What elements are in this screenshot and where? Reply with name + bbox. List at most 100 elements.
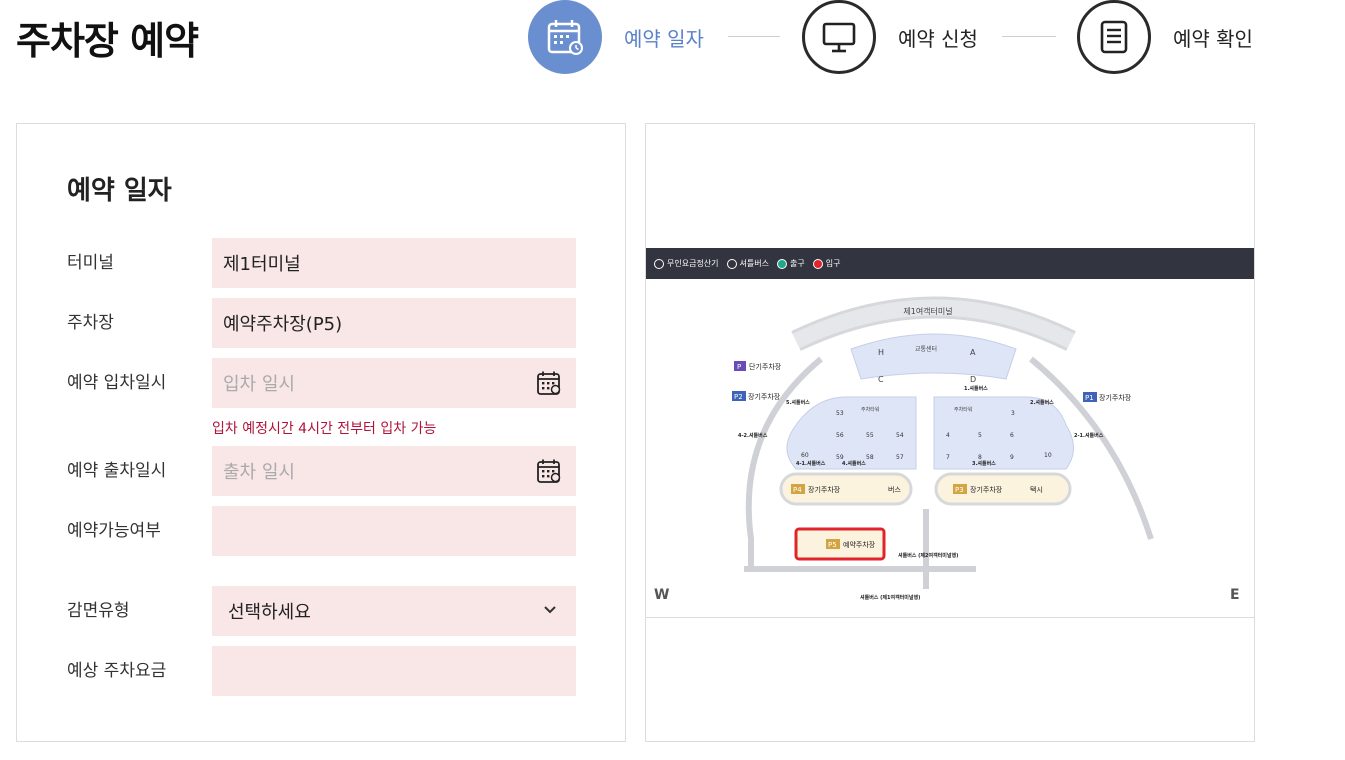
legend-exit: 출구 — [776, 258, 805, 269]
short-term-parking-label: 단기주차장 — [749, 362, 782, 371]
discount-select[interactable]: 선택하세요 — [212, 586, 576, 636]
shuttle-stop-4-2: 4-2.셔틀버스 — [738, 432, 768, 439]
entry-datetime-input[interactable]: 입차 일시 — [212, 358, 576, 408]
availability-label: 예약가능여부 — [67, 521, 161, 541]
availability-row: 예약가능여부 — [67, 506, 577, 556]
step-indicator: 예약 일자 예약 신청 예약 확인 — [528, 0, 1288, 74]
terminal-label: 터미널 — [67, 253, 114, 273]
zone-a: A — [970, 348, 976, 357]
legend-entrance: 입구 — [812, 258, 841, 269]
parking-lot-label: 주차장 — [67, 313, 114, 333]
exit-datetime-input[interactable]: 출차 일시 — [212, 446, 576, 496]
zone-d: D — [970, 375, 976, 384]
exit-datetime-label: 예약 출차일시 — [67, 461, 167, 481]
reserved-parking-label: 예약주차장 — [843, 540, 876, 549]
legend-shuttle-bus-label: 셔틀버스 — [739, 259, 769, 268]
tag-p3-text: P3 — [955, 486, 964, 494]
long-term-p3-label: 장기주차장 — [970, 485, 1003, 494]
fee-row: 예상 주차요금 — [67, 646, 577, 696]
step-apply: 예약 신청 — [802, 0, 978, 74]
zone-c: C — [878, 375, 884, 384]
taxi-area-label: 택시 — [1030, 485, 1043, 494]
exit-datetime-row: 예약 출차일시 출차 일시 — [67, 446, 577, 496]
page-title: 주차장 예약 — [16, 19, 199, 63]
lot-60: 60 — [801, 452, 809, 459]
shuttle-stop-4: 4.셔틀버스 — [842, 460, 866, 467]
lot-4: 4 — [946, 432, 950, 439]
lot-59: 59 — [836, 454, 844, 461]
chevron-down-icon[interactable] — [542, 602, 558, 618]
parking-map-panel: 무인요금정산기 셔틀버스 출구 입구 제1여객터미널 H A C D 교통센터 … — [645, 123, 1255, 742]
lot-5: 5 — [978, 432, 982, 439]
step-date: 예약 일자 — [528, 0, 704, 74]
calendar-icon[interactable] — [536, 370, 562, 396]
entrance-icon — [812, 258, 823, 269]
entry-datetime-label: 예약 입차일시 — [67, 373, 167, 393]
parking-tower-left: 주차타워 — [861, 406, 879, 413]
lot-6: 6 — [1010, 432, 1014, 439]
tag-p4-text: P4 — [793, 486, 802, 494]
lot-8: 8 — [978, 454, 982, 461]
tag-p2-text: P2 — [734, 393, 743, 401]
terminal-name: 제1여객터미널 — [903, 306, 952, 316]
reservation-form-panel: 예약 일자 터미널 제1터미널 주차장 예약주차장(P5) 예약 입차일시 입차… — [16, 123, 626, 742]
step-confirm: 예약 확인 — [1077, 0, 1253, 74]
lot-54: 54 — [896, 432, 904, 439]
shuttle-stop-2-1: 2-1.셔틀버스 — [1074, 432, 1104, 439]
form-title: 예약 일자 — [67, 176, 172, 206]
shuttle-stop-4-1: 4-1.셔틀버스 — [796, 460, 826, 467]
parking-lot-row: 주차장 예약주차장(P5) — [67, 298, 577, 348]
lot-53: 53 — [836, 410, 844, 417]
transport-center-label: 교통센터 — [915, 345, 937, 353]
compass-east: E — [1230, 587, 1240, 603]
exit-datetime-placeholder: 출차 일시 — [223, 462, 295, 483]
lot-55: 55 — [866, 432, 874, 439]
step-divider — [728, 36, 780, 37]
discount-row: 감면유형 선택하세요 — [67, 586, 577, 636]
shuttle-to-t2: 셔틀버스 (제2여객터미널행) — [898, 552, 958, 559]
legend-payment-kiosk-label: 무인요금정산기 — [667, 259, 719, 268]
tag-p-text: P — [737, 363, 741, 371]
calendar-icon[interactable] — [536, 458, 562, 484]
bus-area-label: 버스 — [888, 485, 901, 494]
discount-selected-value: 선택하세요 — [228, 602, 311, 623]
step-confirm-circle — [1077, 0, 1151, 74]
shuttle-to-t1: 셔틀버스 (제1여객터미널행) — [860, 594, 920, 601]
parking-tower-right: 주차타워 — [954, 406, 972, 413]
lot-56: 56 — [836, 432, 844, 439]
exit-icon — [776, 258, 787, 269]
legend-exit-label: 출구 — [789, 259, 805, 268]
lot-9: 9 — [1010, 454, 1014, 461]
long-term-p4-label: 장기주차장 — [808, 485, 841, 494]
discount-label: 감면유형 — [67, 601, 130, 621]
step-date-circle — [528, 0, 602, 74]
shuttle-stop-1: 1.셔틀버스 — [964, 385, 988, 392]
long-term-p2-label: 장기주차장 — [748, 392, 781, 401]
step-apply-label: 예약 신청 — [898, 26, 978, 51]
terminal-field[interactable]: 제1터미널 — [212, 238, 576, 288]
step-confirm-label: 예약 확인 — [1173, 26, 1253, 51]
parking-lot-field[interactable]: 예약주차장(P5) — [212, 298, 576, 348]
step-date-label: 예약 일자 — [624, 26, 704, 51]
step-apply-circle — [802, 0, 876, 74]
shuttle-bus-icon — [726, 258, 737, 269]
map-drawing: 제1여객터미널 H A C D 교통센터 주차타워 주차타워 53 56 55 … — [732, 296, 1154, 601]
lot-57: 57 — [896, 454, 904, 461]
payment-kiosk-icon — [654, 258, 664, 269]
legend-shuttle-bus: 셔틀버스 — [726, 258, 769, 269]
fee-label: 예상 주차요금 — [67, 661, 167, 681]
parking-map: 무인요금정산기 셔틀버스 출구 입구 제1여객터미널 H A C D 교통센터 … — [646, 248, 1254, 618]
page: 주차장 예약 예약 일자 예약 신청 예약 확인 예약 일자 터미널 제1터미널… — [0, 0, 1345, 760]
lot-10: 10 — [1044, 452, 1052, 459]
map-legend: 무인요금정산기 셔틀버스 출구 입구 — [646, 248, 1254, 279]
legend-entrance-label: 입구 — [825, 259, 841, 268]
availability-field — [212, 506, 576, 556]
tag-p5-text: P5 — [828, 541, 837, 549]
shuttle-stop-3: 3.셔틀버스 — [972, 460, 996, 467]
long-term-p1-label: 장기주차장 — [1099, 393, 1132, 402]
shuttle-stop-2: 2.셔틀버스 — [1030, 399, 1054, 406]
legend-payment-kiosk: 무인요금정산기 — [654, 258, 719, 269]
calendar-icon — [547, 20, 583, 55]
lot-3: 3 — [1011, 410, 1015, 417]
terminal-row: 터미널 제1터미널 — [67, 238, 577, 288]
